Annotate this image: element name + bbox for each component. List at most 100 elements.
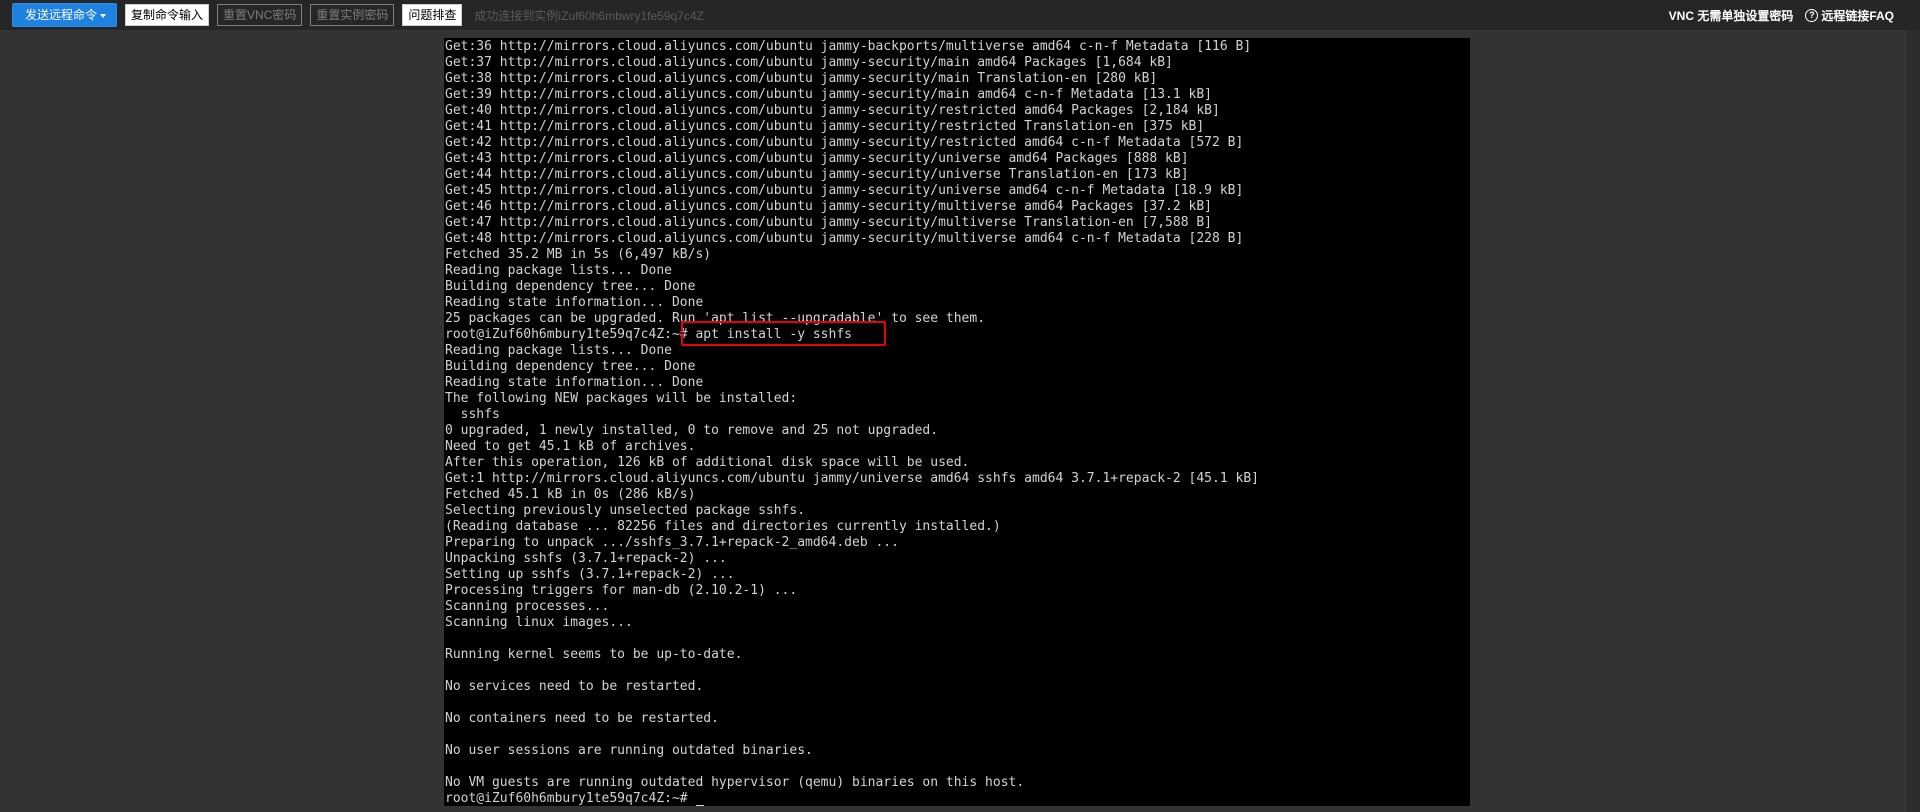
terminal-line: The following NEW packages will be insta… — [445, 391, 1259, 407]
terminal-line: Get:36 http://mirrors.cloud.aliyuncs.com… — [445, 39, 1259, 55]
reset-vnc-password-button[interactable]: 重置VNC密码 — [217, 4, 303, 26]
chevron-down-icon — [100, 13, 107, 18]
vnc-toolbar: 发送远程命令 复制命令输入 重置VNC密码 重置实例密码 问题排查 成功连接到实… — [0, 0, 1920, 30]
terminal-line: Scanning linux images... — [445, 615, 1259, 631]
terminal-line-text: Get:44 http://mirrors.cloud.aliyuncs.com… — [445, 167, 1189, 182]
terminal-line: Building dependency tree... Done — [445, 359, 1259, 375]
terminal-line-text: Setting up sshfs (3.7.1+repack-2) ... — [445, 567, 735, 582]
terminal-line-text: Scanning processes... — [445, 599, 610, 614]
terminal-output: Get:36 http://mirrors.cloud.aliyuncs.com… — [445, 39, 1259, 806]
terminal-line-text: Get:38 http://mirrors.cloud.aliyuncs.com… — [445, 71, 1158, 86]
terminal-line-text: Selecting previously unselected package … — [445, 503, 806, 518]
vertical-scrollbar[interactable] — [1905, 30, 1920, 812]
terminal-line: root@iZuf60h6mbury1te59q7c4Z:~# apt inst… — [445, 327, 1259, 343]
terminal-line-text: The following NEW packages will be insta… — [445, 391, 798, 406]
terminal-line: Get:47 http://mirrors.cloud.aliyuncs.com… — [445, 215, 1259, 231]
terminal-line: Fetched 35.2 MB in 5s (6,497 kB/s) — [445, 247, 1259, 263]
terminal-line: Get:43 http://mirrors.cloud.aliyuncs.com… — [445, 151, 1259, 167]
terminal-line-text: Get:42 http://mirrors.cloud.aliyuncs.com… — [445, 135, 1244, 150]
terminal-line-text: Get:1 http://mirrors.cloud.aliyuncs.com/… — [445, 471, 1259, 486]
terminal-line-text: Unpacking sshfs (3.7.1+repack-2) ... — [445, 551, 727, 566]
reset-instance-password-button[interactable]: 重置实例密码 — [310, 4, 395, 26]
terminal-line-text: No VM guests are running outdated hyperv… — [445, 775, 1025, 790]
terminal-line: Get:44 http://mirrors.cloud.aliyuncs.com… — [445, 167, 1259, 183]
terminal-line: Get:46 http://mirrors.cloud.aliyuncs.com… — [445, 199, 1259, 215]
terminal-line-text: Processing triggers for man-db (2.10.2-1… — [445, 583, 798, 598]
terminal-line: No services need to be restarted. — [445, 679, 1259, 695]
terminal-line: root@iZuf60h6mbury1te59q7c4Z:~# — [445, 791, 1259, 806]
terminal-line-text: Get:36 http://mirrors.cloud.aliyuncs.com… — [445, 39, 1252, 54]
terminal-line-text: Get:41 http://mirrors.cloud.aliyuncs.com… — [445, 119, 1205, 134]
terminal-line-text: Get:40 http://mirrors.cloud.aliyuncs.com… — [445, 103, 1220, 118]
terminal-line: Running kernel seems to be up-to-date. — [445, 647, 1259, 663]
terminal-line-text: Get:39 http://mirrors.cloud.aliyuncs.com… — [445, 87, 1213, 102]
terminal-line-text: Get:48 http://mirrors.cloud.aliyuncs.com… — [445, 231, 1244, 246]
terminal-line: Get:37 http://mirrors.cloud.aliyuncs.com… — [445, 55, 1259, 71]
toolbar-right-links: VNC 无需单独设置密码 ? 远程链接FAQ — [1657, 0, 1894, 30]
terminal-line-text: Need to get 45.1 kB of archives. — [445, 439, 696, 454]
terminal-line-text: Building dependency tree... Done — [445, 279, 696, 294]
terminal-line-text: root@iZuf60h6mbury1te59q7c4Z:~# — [445, 791, 696, 806]
terminal-line: Building dependency tree... Done — [445, 279, 1259, 295]
terminal-line: sshfs — [445, 407, 1259, 423]
terminal-line-text: Get:43 http://mirrors.cloud.aliyuncs.com… — [445, 151, 1189, 166]
terminal-line-text: Fetched 35.2 MB in 5s (6,497 kB/s) — [445, 247, 712, 262]
terminal-line-text: Running kernel seems to be up-to-date. — [445, 647, 743, 662]
terminal-line: No VM guests are running outdated hyperv… — [445, 775, 1259, 791]
terminal-line: Fetched 45.1 kB in 0s (286 kB/s) — [445, 487, 1259, 503]
terminal-line-text: Reading state information... Done — [445, 295, 704, 310]
terminal-line-text: Scanning linux images... — [445, 615, 633, 630]
troubleshoot-button[interactable]: 问题排查 — [402, 4, 463, 26]
terminal-line: Get:45 http://mirrors.cloud.aliyuncs.com… — [445, 183, 1259, 199]
terminal-line-text: Reading package lists... Done — [445, 343, 672, 358]
vnc-terminal-screen[interactable]: Get:36 http://mirrors.cloud.aliyuncs.com… — [444, 38, 1470, 806]
terminal-line: After this operation, 126 kB of addition… — [445, 455, 1259, 471]
terminal-line: Selecting previously unselected package … — [445, 503, 1259, 519]
terminal-line-text: 25 packages can be upgraded. Run 'apt li… — [445, 311, 986, 326]
terminal-line: Get:48 http://mirrors.cloud.aliyuncs.com… — [445, 231, 1259, 247]
terminal-line-text: No containers need to be restarted. — [445, 711, 719, 726]
terminal-line-text: No services need to be restarted. — [445, 679, 704, 694]
terminal-line: Reading package lists... Done — [445, 343, 1259, 359]
terminal-line: Get:1 http://mirrors.cloud.aliyuncs.com/… — [445, 471, 1259, 487]
copy-command-input-button[interactable]: 复制命令输入 — [125, 4, 210, 26]
terminal-line: Get:39 http://mirrors.cloud.aliyuncs.com… — [445, 87, 1259, 103]
terminal-line-text: (Reading database ... 82256 files and di… — [445, 519, 1001, 534]
terminal-line-text: Reading state information... Done — [445, 375, 704, 390]
terminal-cursor — [696, 805, 705, 806]
terminal-line-text: Reading package lists... Done — [445, 263, 672, 278]
remote-faq-label: 远程链接FAQ — [1821, 8, 1894, 23]
terminal-line-text: root@iZuf60h6mbury1te59q7c4Z:~# apt inst… — [445, 327, 852, 342]
terminal-line: Scanning processes... — [445, 599, 1259, 615]
terminal-line-text: Get:37 http://mirrors.cloud.aliyuncs.com… — [445, 55, 1173, 70]
terminal-line-text: Get:47 http://mirrors.cloud.aliyuncs.com… — [445, 215, 1213, 230]
terminal-line: Reading package lists... Done — [445, 263, 1259, 279]
terminal-line: (Reading database ... 82256 files and di… — [445, 519, 1259, 535]
terminal-line-text: Fetched 45.1 kB in 0s (286 kB/s) — [445, 487, 696, 502]
terminal-line: No user sessions are running outdated bi… — [445, 743, 1259, 759]
terminal-line: Setting up sshfs (3.7.1+repack-2) ... — [445, 567, 1259, 583]
terminal-line-text: Get:46 http://mirrors.cloud.aliyuncs.com… — [445, 199, 1213, 214]
terminal-line: Preparing to unpack .../sshfs_3.7.1+repa… — [445, 535, 1259, 551]
remote-faq-link[interactable]: ? 远程链接FAQ — [1805, 7, 1894, 24]
terminal-line: Need to get 45.1 kB of archives. — [445, 439, 1259, 455]
send-remote-command-label: 发送远程命令 — [25, 8, 98, 22]
terminal-line-text: Get:45 http://mirrors.cloud.aliyuncs.com… — [445, 183, 1244, 198]
terminal-line-text: No user sessions are running outdated bi… — [445, 743, 813, 758]
terminal-line: Get:42 http://mirrors.cloud.aliyuncs.com… — [445, 135, 1259, 151]
terminal-line: Unpacking sshfs (3.7.1+repack-2) ... — [445, 551, 1259, 567]
terminal-line: Get:38 http://mirrors.cloud.aliyuncs.com… — [445, 71, 1259, 87]
terminal-line: Processing triggers for man-db (2.10.2-1… — [445, 583, 1259, 599]
terminal-line: Get:41 http://mirrors.cloud.aliyuncs.com… — [445, 119, 1259, 135]
send-remote-command-button[interactable]: 发送远程命令 — [12, 3, 118, 27]
terminal-line: Reading state information... Done — [445, 295, 1259, 311]
terminal-line-text: 0 upgraded, 1 newly installed, 0 to remo… — [445, 423, 939, 438]
terminal-line-text: Preparing to unpack .../sshfs_3.7.1+repa… — [445, 535, 899, 550]
terminal-line-text: After this operation, 126 kB of addition… — [445, 455, 970, 470]
vnc-no-password-link[interactable]: VNC 无需单独设置密码 — [1669, 7, 1794, 24]
